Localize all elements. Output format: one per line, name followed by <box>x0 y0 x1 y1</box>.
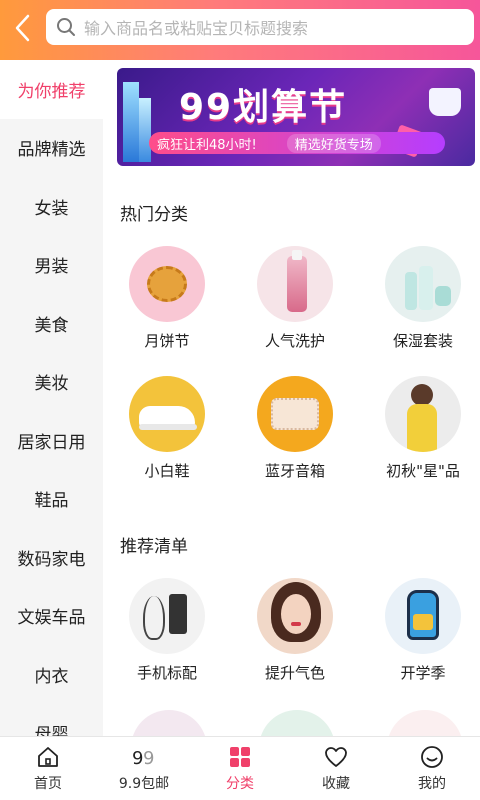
recommend-item-phone-essentials[interactable]: 手机标配 <box>117 578 217 683</box>
hot-item-early-autumn[interactable]: 初秋"星"品 <box>373 376 473 481</box>
top-header: 输入商品名或粘贴宝贝标题搜索 <box>0 0 480 60</box>
back-to-school-image <box>385 578 461 654</box>
sidebar-item-women[interactable]: 女装 <box>0 177 103 236</box>
chevron-left-icon <box>15 14 30 42</box>
hot-section-title: 热门分类 <box>120 205 188 225</box>
hot-item-label: 蓝牙音箱 <box>264 462 325 480</box>
sidebar-item-shoes[interactable]: 鞋品 <box>0 470 103 529</box>
nav-profile[interactable]: 我的 <box>384 737 480 800</box>
hot-item-haircare[interactable]: 人气洗护 <box>245 246 345 351</box>
speaker-image <box>257 376 333 452</box>
recommend-section-title: 推荐清单 <box>120 537 188 557</box>
nine-nine-icon: 99 <box>132 748 154 769</box>
nav-home-label: 首页 <box>34 775 62 792</box>
sidebar-item-recommend[interactable]: 为你推荐 <box>0 60 103 119</box>
sidebar-item-beauty[interactable]: 美妆 <box>0 353 103 412</box>
cup-graphic <box>429 88 461 116</box>
back-button[interactable] <box>4 6 40 50</box>
svg-text:9: 9 <box>132 748 143 769</box>
hot-item-label: 保湿套装 <box>392 332 453 350</box>
recommend-item-back-to-school[interactable]: 开学季 <box>373 578 473 683</box>
sneakers-image <box>129 376 205 452</box>
search-placeholder: 输入商品名或粘贴宝贝标题搜索 <box>84 19 309 38</box>
recommend-item-partial[interactable] <box>387 710 463 736</box>
banner-promo-text: 疯狂让利48小时! <box>157 137 257 153</box>
sidebar-item-underwear[interactable]: 内衣 <box>0 645 103 704</box>
nav-category-label: 分类 <box>226 775 254 792</box>
phone-essentials-image <box>129 578 205 654</box>
recommend-item-label: 手机标配 <box>136 664 197 682</box>
hot-item-bluetooth-speaker[interactable]: 蓝牙音箱 <box>245 376 345 481</box>
hot-item-white-sneakers[interactable]: 小白鞋 <box>117 376 217 481</box>
banner-promo: 疯狂让利48小时! 精选好货专场 <box>149 132 445 154</box>
search-icon <box>57 18 75 36</box>
promo-banner[interactable]: 99划算节 疯狂让利48小时! 精选好货专场 <box>117 68 475 166</box>
search-input[interactable]: 输入商品名或粘贴宝贝标题搜索 <box>46 9 474 45</box>
banner-title: 99划算节 <box>179 87 348 128</box>
nav-favorites[interactable]: 收藏 <box>288 737 384 800</box>
category-sidebar: 为你推荐 品牌精选 女装 男装 美食 美妆 居家日用 鞋品 数码家电 文娱车品 … <box>0 60 103 736</box>
sidebar-item-home[interactable]: 居家日用 <box>0 411 103 470</box>
recommend-item-complexion[interactable]: 提升气色 <box>245 578 345 683</box>
banner-sub-text: 精选好货专场 <box>286 133 381 153</box>
recommend-item-label: 开学季 <box>400 664 446 682</box>
sidebar-item-entertainment[interactable]: 文娱车品 <box>0 587 103 646</box>
hot-item-mooncake[interactable]: 月饼节 <box>117 246 217 351</box>
early-autumn-image <box>385 376 461 452</box>
nav-free-shipping[interactable]: 99 9.9包邮 <box>96 737 192 800</box>
complexion-image <box>257 578 333 654</box>
hot-item-label: 小白鞋 <box>144 462 190 480</box>
sidebar-item-food[interactable]: 美食 <box>0 294 103 353</box>
tower-graphic-2 <box>139 98 151 162</box>
nav-category[interactable]: 分类 <box>192 737 288 800</box>
svg-text:9: 9 <box>143 748 154 769</box>
nav-home[interactable]: 首页 <box>0 737 96 800</box>
tower-graphic <box>123 82 139 162</box>
recommend-item-partial[interactable] <box>131 710 207 736</box>
recommend-item-label: 提升气色 <box>264 664 325 682</box>
sidebar-item-men[interactable]: 男装 <box>0 236 103 295</box>
haircare-image <box>257 246 333 322</box>
recommend-item-partial[interactable] <box>259 710 335 736</box>
hot-item-label: 月饼节 <box>144 332 190 350</box>
category-grid-icon <box>230 746 250 767</box>
hot-item-label: 人气洗护 <box>264 332 325 350</box>
sidebar-item-digital[interactable]: 数码家电 <box>0 528 103 587</box>
mooncake-image <box>129 246 205 322</box>
nav-profile-label: 我的 <box>418 775 446 792</box>
moisturizing-set-image <box>385 246 461 322</box>
home-icon <box>38 746 58 767</box>
sidebar-item-brand[interactable]: 品牌精选 <box>0 119 103 178</box>
nav-favorites-label: 收藏 <box>322 775 350 792</box>
hot-item-moisturizing-set[interactable]: 保湿套装 <box>373 246 473 351</box>
hot-item-label: 初秋"星"品 <box>386 462 460 480</box>
category-content: 99划算节 疯狂让利48小时! 精选好货专场 热门分类 月饼节 人气洗护 保湿套… <box>103 60 480 736</box>
bottom-nav: 首页 99 9.9包邮 分类 收藏 我的 <box>0 736 480 800</box>
sidebar-item-baby[interactable]: 母婴 <box>0 704 103 736</box>
smiley-icon <box>421 745 443 768</box>
nav-free-shipping-label: 9.9包邮 <box>118 775 170 792</box>
heart-icon <box>325 746 347 767</box>
